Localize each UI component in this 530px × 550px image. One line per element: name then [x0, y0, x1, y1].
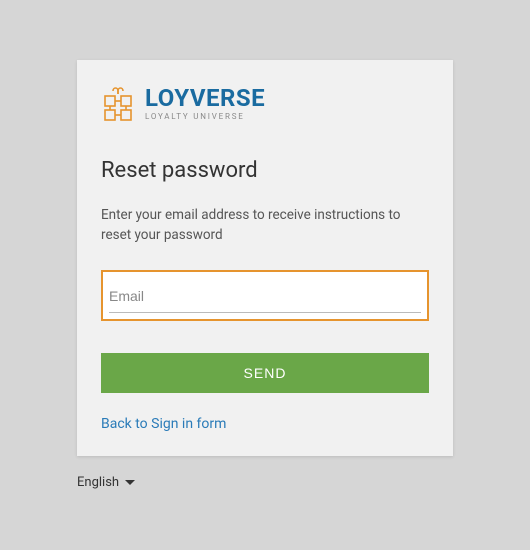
language-selector[interactable]: English	[77, 475, 135, 490]
email-input[interactable]	[109, 278, 421, 313]
chevron-down-icon	[125, 480, 135, 485]
email-field-highlight	[101, 270, 429, 321]
page-title: Reset password	[101, 158, 429, 183]
reset-password-card: LOYVERSE LOYALTY UNIVERSE Reset password…	[77, 60, 453, 456]
send-button[interactable]: SEND	[101, 353, 429, 393]
description: Enter your email address to receive inst…	[101, 205, 429, 246]
logo-tagline: LOYALTY UNIVERSE	[145, 112, 265, 121]
language-selected-label: English	[77, 475, 119, 490]
logo-text: LOYVERSE LOYALTY UNIVERSE	[145, 86, 265, 121]
logo: LOYVERSE LOYALTY UNIVERSE	[101, 84, 429, 122]
back-to-signin-link[interactable]: Back to Sign in form	[101, 416, 226, 432]
logo-brand: LOYVERSE	[145, 86, 265, 110]
gift-box-icon	[101, 84, 137, 122]
